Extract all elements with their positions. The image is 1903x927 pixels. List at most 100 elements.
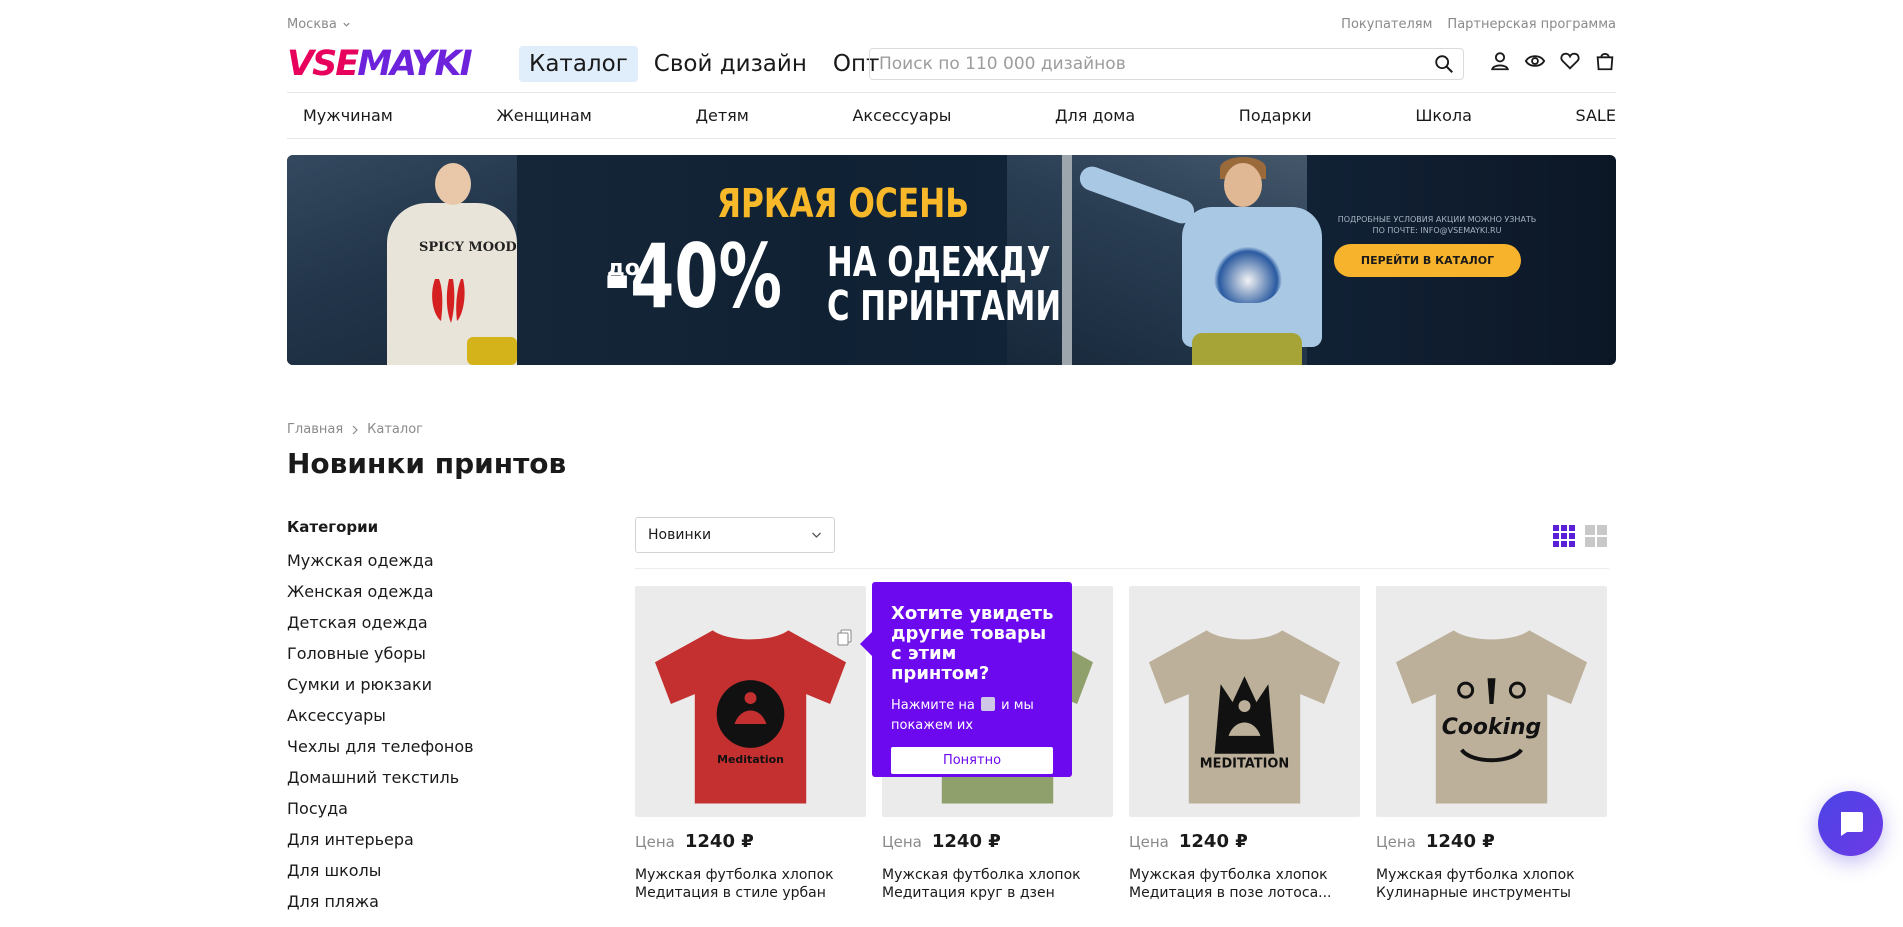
link-buyers[interactable]: Покупателям: [1341, 17, 1432, 32]
tshirt-image: Meditation: [654, 630, 847, 804]
sort-value: Новинки: [648, 527, 712, 543]
product-image[interactable]: Meditation: [635, 586, 866, 817]
breadcrumb: Главная Каталог: [287, 422, 1616, 437]
logo-part-2: MAYKI: [357, 44, 472, 84]
product-title-line-1: Мужская футболка хлопок: [635, 867, 834, 883]
grid-large-icon[interactable]: [1585, 525, 1607, 547]
sidebar-item-beach[interactable]: Для пляжа: [287, 886, 587, 917]
tshirt-image: MEDITATION: [1148, 630, 1341, 804]
catnav-kids[interactable]: Детям: [695, 106, 748, 125]
catnav-home[interactable]: Для дома: [1055, 106, 1135, 125]
popover-ok-button[interactable]: Понятно: [891, 747, 1053, 774]
svg-text:Cooking: Cooking: [1442, 715, 1541, 740]
banner-catalog-button[interactable]: ПЕРЕЙТИ В КАТАЛОГ: [1334, 244, 1521, 277]
nav-own-design[interactable]: Свой дизайн: [644, 46, 817, 82]
svg-text:MEDITATION: MEDITATION: [1200, 757, 1289, 772]
banner-title: ЯРКАЯ ОСЕНЬ: [717, 181, 970, 227]
chat-icon: [1840, 811, 1863, 836]
sidebar-heading: Категории: [287, 518, 379, 536]
product-title[interactable]: Мужская футболка хлопок Медитация в стил…: [635, 866, 866, 902]
category-nav: Мужчинам Женщинам Детям Аксессуары Для д…: [287, 93, 1616, 138]
city-label: Москва: [287, 17, 337, 32]
sidebar-item-accessories[interactable]: Аксессуары: [287, 700, 587, 731]
link-partners[interactable]: Партнерская программа: [1447, 17, 1616, 32]
logo[interactable]: VSEMAYKI: [287, 44, 473, 84]
divider: [635, 568, 1609, 569]
price-label: Цена: [635, 833, 675, 851]
topline: Москва Покупателям Партнерская программа: [287, 17, 1616, 35]
bag-icon[interactable]: [1594, 50, 1616, 72]
logo-part-1: VSE: [287, 44, 359, 84]
promo-banner[interactable]: SPICY MOOD ЯРКАЯ ОСЕНЬ -40% до НА ОДЕЖДУ…: [287, 155, 1616, 365]
product-title[interactable]: Мужская футболка хлопок Кулинарные инстр…: [1376, 866, 1607, 902]
price-value: 1240 ₽: [1425, 831, 1495, 852]
product-card[interactable]: Meditation Цена 1240 ₽ Мужская футболка …: [635, 586, 866, 902]
sidebar-item-women[interactable]: Женская одежда: [287, 576, 587, 607]
user-icon[interactable]: [1489, 50, 1511, 72]
sidebar-item-interior[interactable]: Для интерьера: [287, 824, 587, 855]
product-title-line-2: Медитация в стиле урбан: [635, 885, 826, 901]
product-price: Цена 1240 ₽: [635, 831, 866, 852]
pepper-print-icon: [432, 279, 465, 323]
breadcrumb-catalog[interactable]: Каталог: [367, 422, 423, 437]
catnav-gifts[interactable]: Подарки: [1239, 106, 1312, 125]
banner-model-2-head: [1224, 163, 1262, 207]
catnav-sale[interactable]: SALE: [1576, 106, 1616, 125]
product-price: Цена 1240 ₽: [1376, 831, 1607, 852]
product-title-line-1: Мужская футболка хлопок: [1129, 867, 1328, 883]
chevron-right-icon: [352, 425, 359, 434]
product-card[interactable]: Cooking Цена 1240 ₽ Мужская футболка хло…: [1376, 586, 1607, 902]
grid-small-icon[interactable]: [1553, 525, 1575, 547]
sidebar-item-bags[interactable]: Сумки и рюкзаки: [287, 669, 587, 700]
nav-catalog[interactable]: Каталог: [519, 46, 638, 82]
catnav-accessories[interactable]: Аксессуары: [852, 106, 951, 125]
breadcrumb-home[interactable]: Главная: [287, 422, 343, 437]
catnav-women[interactable]: Женщинам: [497, 106, 592, 125]
chat-button[interactable]: [1818, 791, 1883, 856]
product-title-line-1: Мужская футболка хлопок: [1376, 867, 1575, 883]
popover-text-before: Нажмите на: [891, 698, 975, 713]
wave-print-icon: [1213, 247, 1283, 303]
catnav-men[interactable]: Мужчинам: [303, 106, 393, 125]
city-selector[interactable]: Москва: [287, 17, 351, 32]
price-value: 1240 ₽: [684, 831, 754, 852]
product-card[interactable]: MEDITATION Цена 1240 ₽ Мужская футболка …: [1129, 586, 1360, 902]
product-price: Цена 1240 ₽: [1129, 831, 1360, 852]
product-title[interactable]: Мужская футболка хлопок Медитация в позе…: [1129, 866, 1360, 902]
sidebar-item-headwear[interactable]: Головные уборы: [287, 638, 587, 669]
heart-icon[interactable]: [1559, 50, 1581, 72]
banner-model-1-bag: [467, 337, 517, 365]
search-input[interactable]: [870, 53, 1433, 75]
product-title[interactable]: Мужская футболка хлопок Медитация круг в…: [882, 866, 1113, 902]
product-title-line-1: Мужская футболка хлопок: [882, 867, 1081, 883]
price-value: 1240 ₽: [1178, 831, 1248, 852]
sidebar-item-men[interactable]: Мужская одежда: [287, 545, 587, 576]
view-switch: [1553, 525, 1607, 547]
banner-model-1-print: SPICY MOOD: [419, 240, 517, 255]
sidebar-item-school[interactable]: Для школы: [287, 855, 587, 886]
price-label: Цена: [1129, 833, 1169, 851]
price-label: Цена: [882, 833, 922, 851]
tshirt-image: Cooking: [1395, 630, 1588, 804]
popover-heading: Хотите увидеть другие товары с этим прин…: [891, 603, 1054, 684]
page-title: Новинки принтов: [287, 447, 567, 480]
same-print-icon[interactable]: [836, 628, 854, 646]
sort-select[interactable]: Новинки: [635, 517, 835, 553]
product-image[interactable]: Cooking: [1376, 586, 1607, 817]
sidebar-item-home-textile[interactable]: Домашний текстиль: [287, 762, 587, 793]
search-icon[interactable]: [1433, 53, 1455, 75]
banner-model-2-pants: [1192, 333, 1302, 365]
chevron-down-icon: [343, 22, 350, 27]
eye-icon[interactable]: [1524, 50, 1546, 72]
main-nav: Каталог Свой дизайн Опт: [519, 46, 889, 82]
banner-prefix: до: [607, 256, 640, 281]
top-links: Покупателям Партнерская программа: [1341, 17, 1616, 32]
banner-pole: [1062, 155, 1072, 365]
sidebar-item-kids[interactable]: Детская одежда: [287, 607, 587, 638]
banner-conditions: ПОДРОБНЫЕ УСЛОВИЯ АКЦИИ МОЖНО УЗНАТЬ ПО …: [1337, 215, 1537, 235]
catnav-school[interactable]: Школа: [1415, 106, 1472, 125]
price-value: 1240 ₽: [931, 831, 1001, 852]
sidebar-item-dishes[interactable]: Посуда: [287, 793, 587, 824]
product-image[interactable]: MEDITATION: [1129, 586, 1360, 817]
sidebar-item-phone-cases[interactable]: Чехлы для телефонов: [287, 731, 587, 762]
